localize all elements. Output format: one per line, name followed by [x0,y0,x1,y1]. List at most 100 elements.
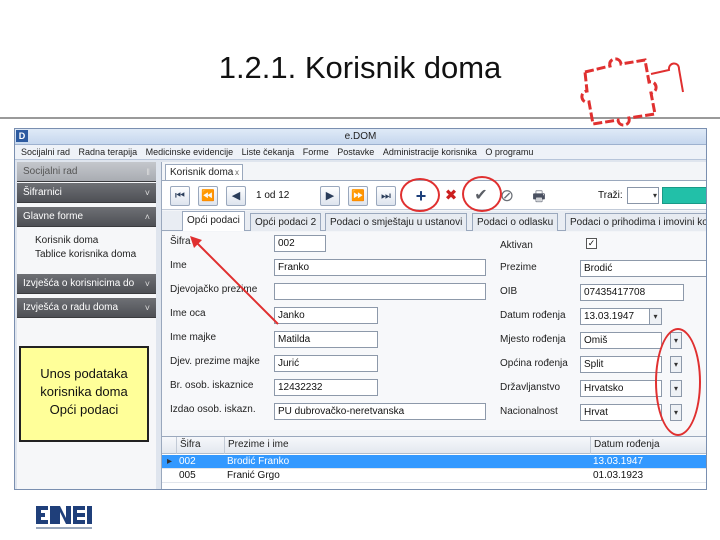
tab-podaci-o-odlasku[interactable]: Podaci o odlasku [472,213,559,231]
menu-item-administracije[interactable]: Administracije korisnika [383,145,477,159]
search-field-select[interactable]: ▾ [627,187,659,204]
field-label-drzavljanstvo: Državljanstvo [500,382,561,393]
datum-rodenja-picker[interactable]: 13.03.1947 ▾ [580,308,662,325]
app-titlebar: D e.DOM [15,129,706,145]
chevron-down-icon: ˅ [144,279,150,289]
field-label-izdao-osob-iskazn: Izdao osob. iskazn. [170,404,256,415]
sidebar-title-label: Socijalni rad [23,166,78,177]
prev-record-icon[interactable]: ◀ [226,186,246,206]
document-tab-korisnik-doma[interactable]: Korisnik doma x [165,164,243,180]
oib-field[interactable]: 07435417708 [580,284,684,301]
annotation-ring-confirm [462,176,502,212]
djev-prezime-majke-field[interactable]: Jurić [274,355,378,372]
column-header-datum-rodenja[interactable]: Datum rođenja [590,437,706,454]
column-header-prezime-i-ime[interactable]: Prezime i ime [224,437,590,454]
chevron-up-icon: ˄ [144,212,150,222]
menu-item-socijalni-rad[interactable]: Socijalni rad [21,145,70,159]
grid-header: Šifra Prezime i ime Datum rođenja [162,437,706,454]
izdao-osob-iskazn-field[interactable]: PU dubrovačko-neretvanska [274,403,486,420]
table-row[interactable]: ▸ 002 Brodić Franko 13.03.1947 [162,455,706,469]
field-label-oib: OIB [500,286,518,297]
sidebar-section-sifrarnici[interactable]: Šifrarnici ˅ [17,183,156,203]
field-label-prezime: Prezime [500,262,537,273]
pin-icon[interactable]: ǁ [146,162,150,182]
menu-item-forme[interactable]: Forme [303,145,329,159]
annotation-ring-add [400,178,440,212]
mjesto-rodenja-field[interactable]: Omiš [580,332,662,349]
br-osob-iskaznice-field[interactable]: 12432232 [274,379,378,396]
chevron-down-icon: ˅ [144,188,150,198]
subtab-strip: Opći podaci Opći podaci 2 Podaci o smješ… [162,211,706,231]
drzavljanstvo-field[interactable]: Hrvatsko [580,380,662,397]
close-icon[interactable]: x [235,165,239,180]
delete-icon[interactable]: ✖ [440,185,462,207]
print-icon[interactable]: 🖶 [528,185,550,207]
pager-text: 1 od 12 [256,190,290,201]
sidebar-title: Socijalni rad ǁ [17,162,156,182]
sidebar-section-izvjesca-korisnici[interactable]: Izvješća o korisnicima do ˅ [17,274,156,294]
sidebar-section-label: Izvješća o radu doma [23,302,119,313]
ime-oca-field[interactable]: Janko [274,307,378,324]
table-row[interactable]: 005 Franić Grgo 01.03.1923 [162,469,706,483]
next-page-icon[interactable]: ⏩ [348,186,368,206]
annotation-line: korisnika doma [40,384,128,399]
next-record-icon[interactable]: ▶ [320,186,340,206]
tab-podaci-o-smjestaju[interactable]: Podaci o smještaju u ustanovi [325,213,468,231]
annotation-note: Unos podataka korisnika doma Opći podaci [19,346,149,442]
djevojacko-prezime-field[interactable] [274,283,486,300]
cell-datum-rodenja: 13.03.1947 [593,456,644,467]
field-label-datum-rodenja: Datum rođenja [500,310,566,321]
field-label-mjesto-rodenja: Mjesto rođenja [500,334,566,345]
slide: 1.2.1. Korisnik doma D e.DOM Socijalni r… [0,0,720,540]
sidebar-section-label: Izvješća o korisnicima do [23,278,135,289]
menu-item-o-programu[interactable]: O programu [485,145,533,159]
annotation-line: Opći podaci [49,402,119,417]
cell-datum-rodenja: 01.03.1923 [593,470,644,481]
aktivan-checkbox[interactable]: ✓ [586,238,597,249]
sidebar-section-izvjesca-rad[interactable]: Izvješća o radu doma ˅ [17,298,156,318]
annotation-ring-dropdowns [655,328,701,436]
ime-field[interactable]: Franko [274,259,486,276]
menubar: Socijalni rad Radna terapija Medicinske … [15,145,706,160]
sidebar-section-label: Glavne forme [23,211,84,222]
cell-sifra: 005 [179,470,196,481]
users-grid: Šifra Prezime i ime Datum rođenja ▸ 002 … [162,436,706,489]
first-record-icon[interactable]: ⏮ [170,186,190,206]
field-label-djev-prezime-majke: Djev. prezime majke [170,356,260,367]
cell-prezime-i-ime: Brodić Franko [227,456,290,467]
column-header-sifra[interactable]: Šifra [176,437,224,454]
annotation-arrow-icon [190,236,279,325]
ime-majke-field[interactable]: Matilda [274,331,378,348]
search-input[interactable] [662,187,706,204]
opcina-rodenja-field[interactable]: Split [580,356,662,373]
sidebar-item-tablice-korisnika[interactable]: Tablice korisnika doma [35,249,136,260]
tab-podaci-o-prihodima[interactable]: Podaci o prihodima i imovini korisnika [565,213,706,231]
tab-opci-podaci-2[interactable]: Opći podaci 2 [250,213,322,231]
last-record-icon[interactable]: ⏭ [376,186,396,206]
field-label-opcina-rodenja: Općina rođenja [500,358,568,369]
slide-title: 1.2.1. Korisnik doma [218,50,502,85]
menu-item-postavke[interactable]: Postavke [337,145,374,159]
prev-page-icon[interactable]: ⏪ [198,186,218,206]
sidebar-section-label: Šifrarnici [23,187,62,198]
menu-item-medicinske-evidencije[interactable]: Medicinske evidencije [146,145,234,159]
field-label-aktivan: Aktivan [500,240,533,251]
tab-opci-podaci[interactable]: Opći podaci [182,211,245,231]
sidebar-section-glavne-forme[interactable]: Glavne forme ˄ [17,207,156,227]
enel-logo-icon [36,506,92,529]
field-label-br-osob-iskaznice: Br. osob. iskaznice [170,380,254,391]
document-tab-label: Korisnik doma [170,167,234,178]
prezime-field[interactable]: Brodić [580,260,706,277]
annotation-line: Unos podataka [40,366,128,381]
menu-item-liste-cekanja[interactable]: Liste čekanja [242,145,295,159]
nacionalnost-field[interactable]: Hrvat [580,404,662,421]
chevron-down-icon: ▾ [652,191,657,200]
menu-item-radna-terapija[interactable]: Radna terapija [79,145,138,159]
field-label-ime-majke: Ime majke [170,332,217,343]
chevron-down-icon[interactable]: ▾ [649,309,661,324]
field-label-ime: Ime [170,260,187,271]
sidebar-item-korisnik-doma[interactable]: Korisnik doma [35,235,98,246]
datum-rodenja-value: 13.03.1947 [584,311,635,322]
chevron-down-icon: ˅ [144,303,150,313]
puzzle-decoration-icon [580,57,684,127]
